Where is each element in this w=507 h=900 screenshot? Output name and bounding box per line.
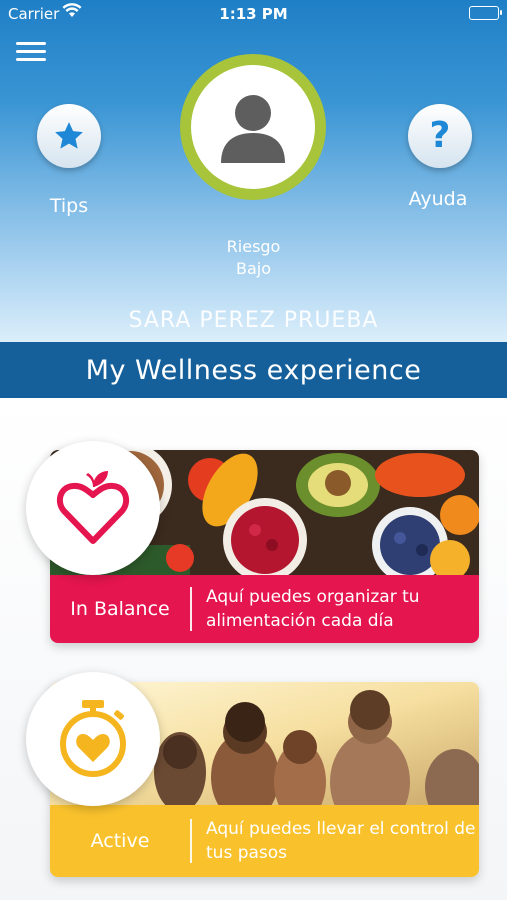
risk-label: Riesgo [226, 237, 281, 256]
active-title: Active [90, 830, 150, 852]
help-button[interactable]: ? [408, 104, 472, 168]
section-title-banner: My Wellness experience [0, 342, 507, 398]
stopwatch-heart-icon [60, 700, 126, 777]
star-icon [55, 122, 83, 149]
menu-button[interactable] [16, 42, 46, 64]
risk-level: Bajo [235, 259, 271, 278]
menu-bar [16, 58, 46, 61]
apple-heart-icon [56, 471, 130, 544]
battery-icon [469, 6, 502, 20]
in-balance-title: In Balance [70, 598, 170, 620]
question-icon: ? [429, 115, 451, 156]
in-balance-footer: In Balance Aquí puedes organizar tu alim… [50, 575, 479, 643]
avatar[interactable] [180, 54, 326, 200]
active-description: Aquí puedes llevar el control de tus pas… [206, 819, 476, 863]
status-time: 1:13 PM [219, 5, 288, 23]
active-footer: Active Aquí puedes llevar el control de … [50, 805, 479, 877]
tips-button[interactable] [37, 104, 101, 168]
user-name: SARA PEREZ PRUEBA [128, 308, 379, 333]
user-icon [221, 95, 285, 163]
menu-bar [16, 50, 46, 53]
tips-label: Tips [49, 195, 89, 217]
section-title: My Wellness experience [85, 354, 422, 386]
help-label: Ayuda [408, 188, 468, 210]
avatar-inner [191, 65, 315, 189]
status-bar: Carrier 1:13 PM [0, 0, 507, 28]
profile-header: Carrier 1:13 PM Tips ? Ayuda Riesgo Bajo [0, 0, 507, 342]
active-badge[interactable] [26, 672, 160, 806]
in-balance-badge[interactable] [26, 441, 160, 575]
menu-bar [16, 42, 46, 45]
in-balance-description: Aquí puedes organizar tu alimentación ca… [206, 587, 420, 631]
